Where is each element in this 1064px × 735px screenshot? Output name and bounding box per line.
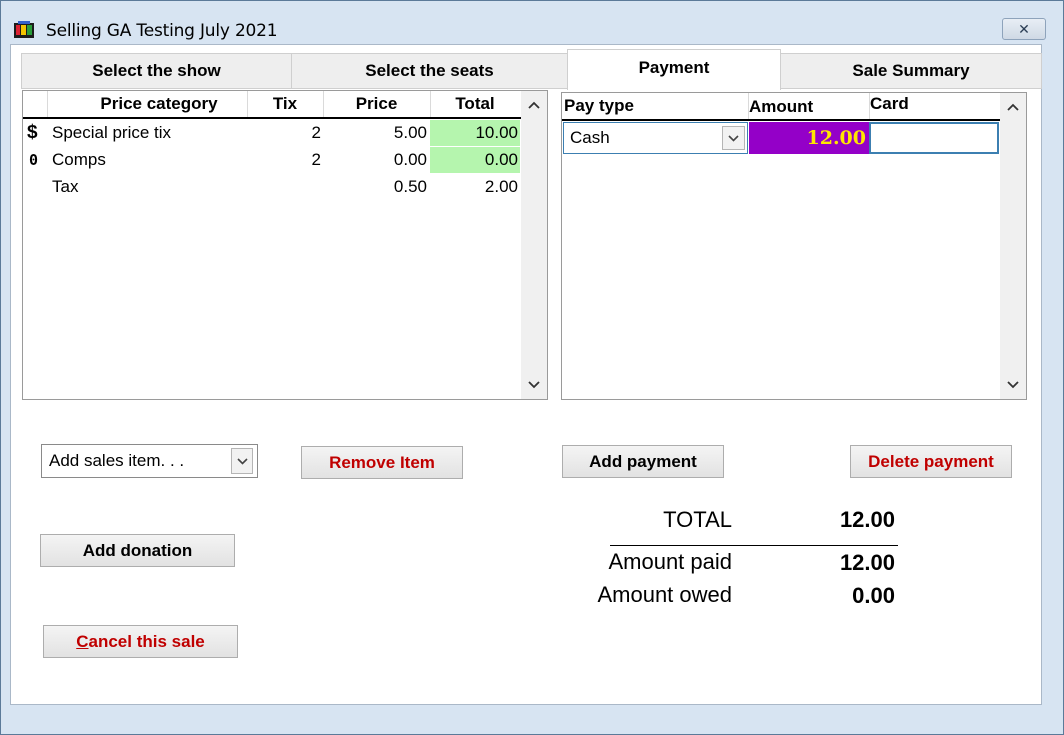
amount-owed-label: Amount owed	[597, 582, 732, 607]
dollar-icon: $	[27, 122, 38, 143]
price-cell: 0.00	[393, 150, 427, 169]
scroll-up-icon[interactable]	[1000, 97, 1026, 117]
payment-scrollbar[interactable]	[1000, 93, 1026, 399]
scroll-down-icon[interactable]	[1000, 375, 1026, 395]
total-cell: 2.00	[484, 177, 518, 196]
add-sales-item-select[interactable]: Add sales item. . .	[41, 444, 258, 478]
col-header-price-category[interactable]: Price category	[47, 91, 271, 117]
close-icon: ✕	[1018, 20, 1030, 37]
price-category-cell: Special price tix	[52, 123, 172, 142]
amount-paid-value: 12.00	[839, 550, 895, 575]
add-payment-button[interactable]: Add payment	[562, 445, 724, 478]
total-value: 12.00	[839, 507, 895, 532]
col-header-tix[interactable]: Tix	[247, 91, 323, 117]
app-icon	[14, 21, 34, 38]
price-category-cell: Tax	[52, 177, 79, 196]
window-title: Selling GA Testing July 2021	[46, 21, 278, 41]
payment-grid[interactable]: Pay type Amount Card Cash 12.00	[561, 92, 1027, 400]
col-header-card[interactable]: Card	[870, 91, 998, 117]
delete-payment-button[interactable]: Delete payment	[850, 445, 1012, 478]
row-icon	[27, 174, 45, 200]
card-input[interactable]	[869, 122, 999, 154]
scroll-up-icon[interactable]	[521, 95, 547, 115]
col-header-amount[interactable]: Amount	[749, 94, 869, 120]
tab-select-show[interactable]: Select the show	[21, 53, 292, 89]
tix-cell	[247, 174, 321, 200]
scroll-down-icon[interactable]	[521, 375, 547, 395]
price-cell: 0.50	[393, 177, 427, 196]
add-donation-button[interactable]: Add donation	[40, 534, 235, 567]
chevron-down-icon[interactable]	[722, 126, 745, 150]
tab-strip: Select the show Select the seats Payment…	[21, 49, 1042, 90]
tab-select-seats[interactable]: Select the seats	[291, 53, 568, 89]
price-cell: 5.00	[393, 123, 427, 142]
pay-type-select[interactable]: Cash	[563, 122, 748, 154]
tix-cell: 2	[311, 123, 321, 142]
chevron-down-icon[interactable]	[231, 448, 253, 474]
amount-input[interactable]: 12.00	[749, 122, 869, 154]
col-header-total[interactable]: Total	[430, 91, 520, 117]
total-cell: 0.00	[430, 147, 520, 173]
total-cell: 10.00	[430, 120, 520, 146]
amount-paid-label: Amount paid	[608, 549, 732, 574]
title-bar[interactable]: Selling GA Testing July 2021 ✕	[1, 1, 1063, 45]
col-header-price[interactable]: Price	[323, 91, 430, 117]
remove-item-button[interactable]: Remove Item	[301, 446, 463, 479]
close-button[interactable]: ✕	[1002, 18, 1046, 40]
amount-owed-value: 0.00	[852, 583, 895, 608]
tab-payment[interactable]: Payment	[567, 49, 781, 90]
zero-icon: 0	[29, 151, 39, 169]
items-scrollbar[interactable]	[521, 91, 547, 399]
total-label: TOTAL	[663, 507, 732, 532]
col-header-pay-type[interactable]: Pay type	[564, 93, 748, 119]
tix-cell: 2	[311, 150, 321, 169]
summary-divider	[610, 545, 898, 546]
tab-sale-summary[interactable]: Sale Summary	[780, 53, 1042, 89]
sale-items-grid[interactable]: Price category Tix Price Total $ Special…	[22, 90, 548, 400]
cancel-sale-button[interactable]: Cancel this sale	[43, 625, 238, 658]
price-category-cell: Comps	[52, 150, 106, 169]
